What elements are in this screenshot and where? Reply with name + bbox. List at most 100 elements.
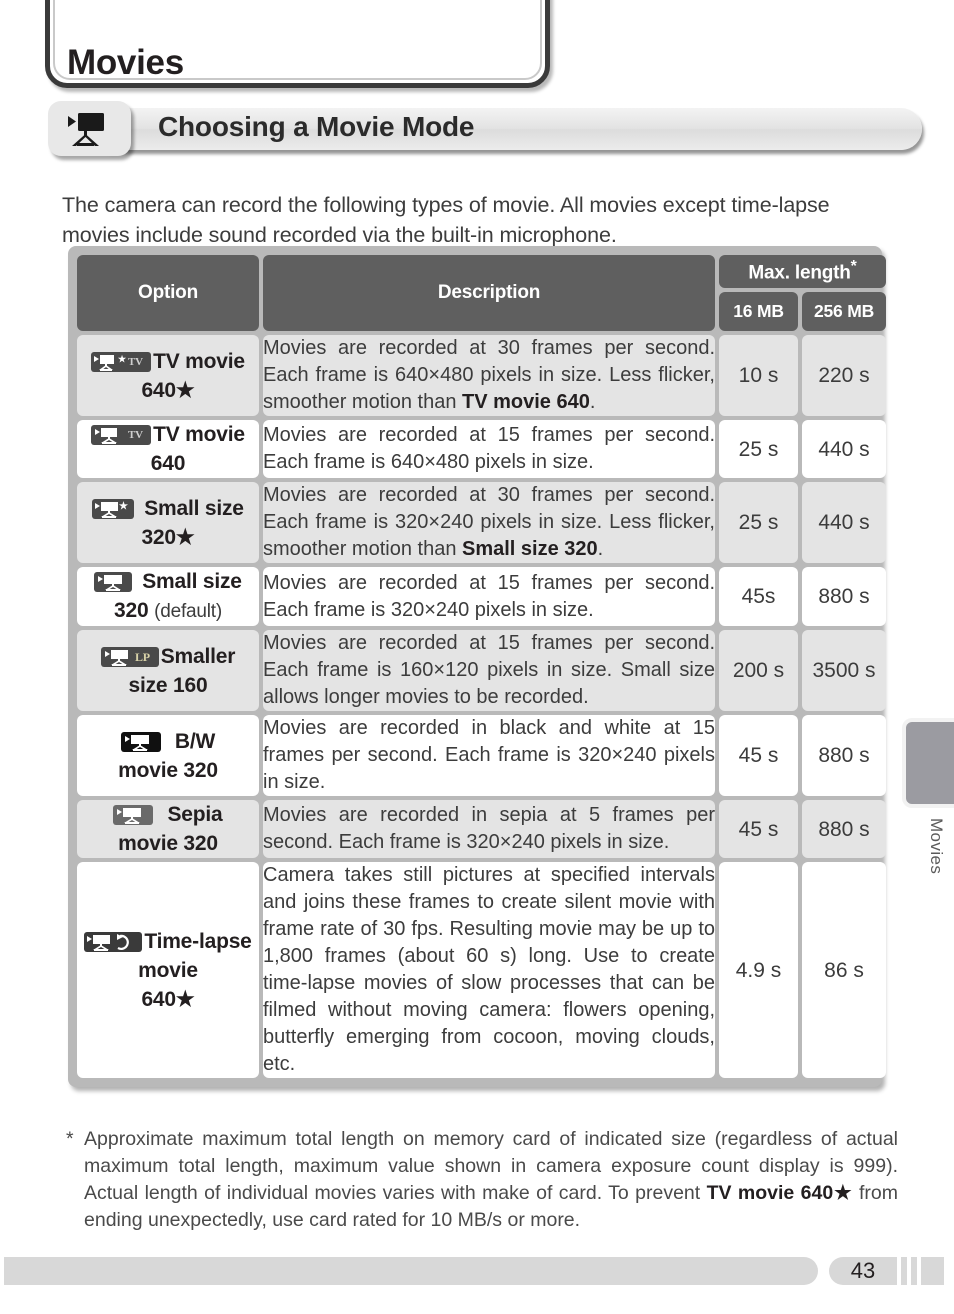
section-header: Choosing a Movie Mode xyxy=(48,101,922,156)
length-16mb-cell: 4.9 s xyxy=(719,862,798,1078)
table-row: ★ TV TV movie 640★ Movies are recorded at … xyxy=(77,335,886,416)
column-header-256mb: 256 MB xyxy=(802,292,886,331)
description-text: Movies are recorded at 15 frames per sec… xyxy=(263,424,715,473)
footnote-star: * xyxy=(66,1128,74,1150)
length-256mb-cell: 440 s xyxy=(802,482,886,563)
table-row: Time-lapse movie 640★ Camera takes still p… xyxy=(77,862,886,1078)
description-tail: . xyxy=(597,538,604,560)
length-256mb-cell: 440 s xyxy=(802,420,886,478)
max-length-label: Max. length xyxy=(748,262,851,284)
description-text: Camera takes still pictures at specified… xyxy=(263,864,715,1075)
length-16mb-cell: 25 s xyxy=(719,482,798,563)
page-title: Movies xyxy=(67,43,184,82)
movie-camera-icon xyxy=(48,101,131,156)
footer-tick xyxy=(921,1257,944,1285)
option-name-line3: 640★ xyxy=(141,987,195,1011)
option-name-line2: movie 320 xyxy=(118,758,218,782)
option-name-line2: movie 320 xyxy=(118,832,218,855)
option-name-line2: size 160 xyxy=(128,673,208,697)
column-header-description: Description xyxy=(263,255,715,331)
option-cell: Sepia movie 320 xyxy=(77,800,259,858)
description-emphasis: Small size 320 xyxy=(462,538,598,560)
column-header-option: Option xyxy=(77,255,259,331)
svg-text:LP: LP xyxy=(135,650,150,664)
movie-camera-timelapse-icon xyxy=(84,931,143,952)
table-row: B/W movie 320 Movies are recorded in blac… xyxy=(77,715,886,796)
chapter-title-box: Movies xyxy=(45,0,550,88)
length-16mb-cell: 25 s xyxy=(719,420,798,478)
option-cell: Small size 320 (default) xyxy=(77,567,259,626)
footnote-marker: * xyxy=(850,258,857,276)
footer-tick-marks xyxy=(901,1257,954,1285)
movie-modes-table-container: Option Description Max. length* 16 MB 25… xyxy=(68,246,886,1087)
movie-modes-table: Option Description Max. length* 16 MB 25… xyxy=(73,251,890,1082)
movie-camera-icon xyxy=(94,572,133,592)
option-name-line1: Smaller xyxy=(160,644,236,668)
option-cell: Time-lapse movie 640★ xyxy=(77,862,259,1078)
description-text: Movies are recorded at 15 frames per sec… xyxy=(263,632,715,708)
movie-camera-sepia-icon xyxy=(113,805,154,825)
length-256mb-cell: 86 s xyxy=(802,862,886,1078)
description-cell: Camera takes still pictures at specified… xyxy=(263,862,715,1078)
option-name-line2: 640★ xyxy=(141,378,195,402)
description-cell: Movies are recorded at 15 frames per sec… xyxy=(263,420,715,478)
option-name-line2: 320★ xyxy=(141,525,195,549)
description-emphasis: TV movie 640 xyxy=(462,391,590,413)
option-cell: LP Smaller size 160 xyxy=(77,630,259,711)
column-header-max-length: Max. length* xyxy=(719,255,886,289)
option-name-line1: Time-lapse xyxy=(144,929,252,953)
svg-text:TV: TV xyxy=(128,356,143,368)
description-cell: Movies are recorded in black and white a… xyxy=(263,715,715,796)
movie-camera-lp-icon: LP xyxy=(100,646,159,667)
length-16mb-cell: 45 s xyxy=(719,715,798,796)
option-name-line1: TV movie xyxy=(153,349,245,373)
option-name-line1: Small size xyxy=(142,570,242,593)
option-name-line1: B/W xyxy=(174,729,216,753)
length-256mb-cell: 880 s xyxy=(802,715,886,796)
footer-tick xyxy=(901,1257,907,1285)
option-name-line1: Sepia xyxy=(167,803,223,826)
table-row: LP Smaller size 160 Movies are recorded a… xyxy=(77,630,886,711)
option-name-line2: 640 xyxy=(150,452,186,475)
table-row: Small size 320 (default) Movies are recor… xyxy=(77,567,886,626)
intro-paragraph: The camera can record the following type… xyxy=(62,192,830,247)
option-cell: B/W movie 320 xyxy=(77,715,259,796)
movie-camera-tv-star-icon: ★ TV xyxy=(91,351,152,372)
description-text: Movies are recorded in sepia at 5 frames… xyxy=(263,804,715,853)
option-cell: ★ Small size 320★ xyxy=(77,482,259,563)
movie-camera-bw-icon xyxy=(120,731,161,752)
section-title: Choosing a Movie Mode xyxy=(158,111,475,142)
length-256mb-cell: 3500 s xyxy=(802,630,886,711)
option-cell: ★ TV TV movie 640★ xyxy=(77,335,259,416)
description-text: Movies are recorded in black and white a… xyxy=(263,717,715,793)
side-tab-marker xyxy=(902,718,954,808)
option-cell: TV TV movie 640 xyxy=(77,420,259,478)
page-number: 43 xyxy=(829,1257,897,1285)
option-name-line2: 320 xyxy=(114,599,149,622)
description-text: Movies are recorded at 15 frames per sec… xyxy=(263,571,715,621)
table-row: TV TV movie 640 Movies are recorded at 15… xyxy=(77,420,886,478)
footnote: * Approximate maximum total length on me… xyxy=(66,1126,898,1234)
footnote-body: Approximate maximum total length on memo… xyxy=(66,1126,898,1234)
footer-bar xyxy=(4,1257,818,1285)
side-tab-label: Movies xyxy=(927,818,946,875)
movie-camera-tv-icon: TV xyxy=(91,425,152,445)
option-name-line1: TV movie xyxy=(153,423,245,446)
option-name-line1: Small size xyxy=(144,496,244,520)
table-row: Sepia movie 320 Movies are recorded in se… xyxy=(77,800,886,858)
length-16mb-cell: 200 s xyxy=(719,630,798,711)
movie-camera-star-icon: ★ xyxy=(92,498,135,519)
footnote-emphasis: TV movie 640★ xyxy=(706,1182,853,1204)
option-name-line2: movie xyxy=(138,958,198,982)
column-header-16mb: 16 MB xyxy=(719,292,798,331)
svg-text:TV: TV xyxy=(128,429,143,441)
table-header-row: Option Description Max. length* xyxy=(77,255,886,331)
length-16mb-cell: 10 s xyxy=(719,335,798,416)
length-256mb-cell: 880 s xyxy=(802,567,886,626)
length-16mb-cell: 45 s xyxy=(719,800,798,858)
length-16mb-cell: 45s xyxy=(719,567,798,626)
option-default-note: (default) xyxy=(154,601,222,622)
description-cell: Movies are recorded at 15 frames per sec… xyxy=(263,567,715,626)
svg-text:★: ★ xyxy=(118,354,127,364)
svg-text:★: ★ xyxy=(119,501,128,512)
